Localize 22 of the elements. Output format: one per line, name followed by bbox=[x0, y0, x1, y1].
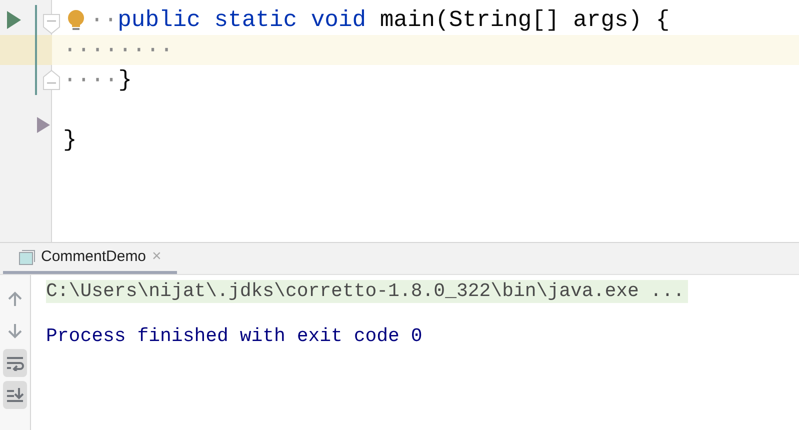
down-arrow-icon bbox=[8, 323, 22, 339]
soft-wrap-icon bbox=[6, 355, 24, 371]
toolbar-button[interactable] bbox=[3, 381, 27, 409]
up-arrow-icon bbox=[8, 291, 22, 307]
whitespace-dots: ········ bbox=[63, 36, 174, 65]
run-icon[interactable] bbox=[7, 11, 21, 29]
code-text: } bbox=[63, 126, 77, 155]
tab-label: CommentDemo bbox=[41, 246, 146, 267]
code-keyword: public static void bbox=[118, 6, 366, 35]
toolbar-button[interactable] bbox=[3, 349, 27, 377]
code-text: main(String[] args) { bbox=[378, 6, 670, 35]
console-output: Process finished with exit code 0 bbox=[46, 325, 422, 348]
triangle-icon[interactable] bbox=[37, 117, 50, 133]
lightbulb-icon[interactable] bbox=[66, 9, 86, 31]
fold-icon[interactable] bbox=[43, 14, 60, 34]
whitespace-dots: ···· bbox=[63, 66, 118, 95]
code-text: } bbox=[118, 66, 132, 95]
whitespace-dots: ·· bbox=[90, 6, 118, 35]
console-icon bbox=[19, 250, 35, 264]
scroll-to-end-icon bbox=[6, 387, 24, 403]
console-command: C:\Users\nijat\.jdks\corretto-1.8.0_322\bin\java.exe ... bbox=[46, 280, 688, 303]
fold-icon[interactable] bbox=[43, 70, 60, 90]
